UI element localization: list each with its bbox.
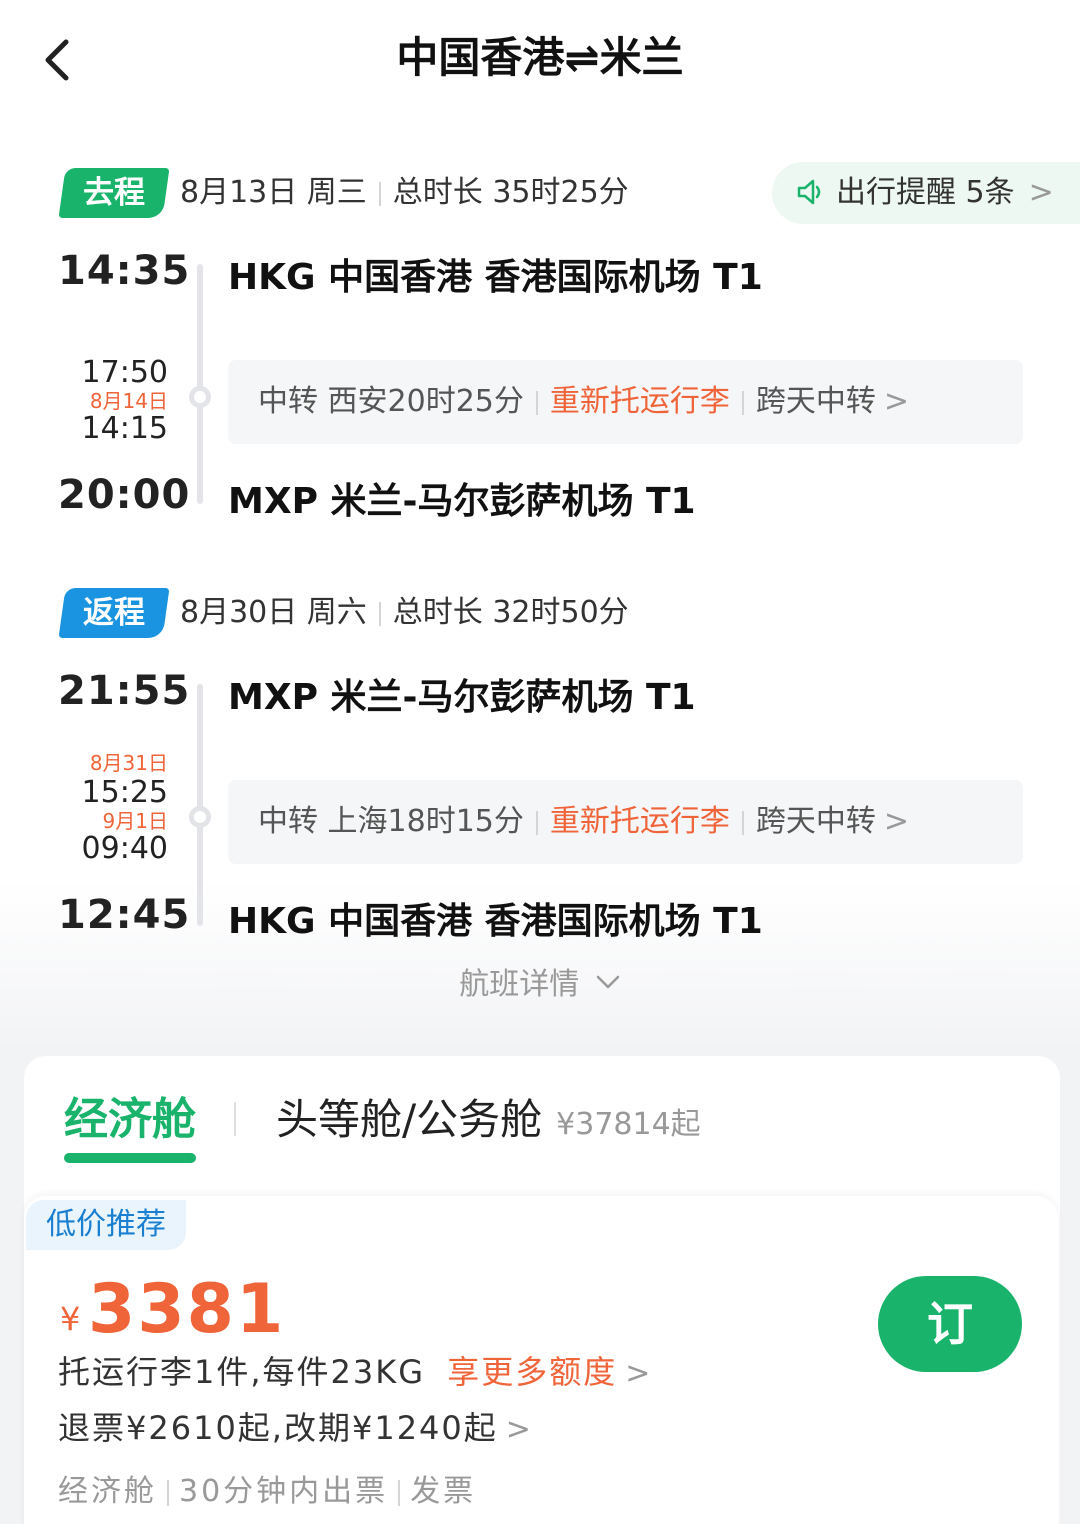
fare-price: 3381 bbox=[88, 1270, 286, 1349]
currency-symbol: ¥ bbox=[60, 1300, 81, 1338]
divider bbox=[378, 601, 381, 626]
active-tab-indicator bbox=[64, 1153, 196, 1163]
baggage-more-link[interactable]: 享更多额度 bbox=[447, 1353, 617, 1391]
fare-footer: 经济舱 30分钟内出票 发票 bbox=[58, 1470, 476, 1514]
chevron-right-icon: > bbox=[1028, 175, 1054, 210]
travel-reminder-button[interactable]: 出行提醒 5条 > bbox=[772, 162, 1080, 224]
chevron-down-icon bbox=[596, 975, 620, 989]
recheck-baggage: 重新托运行李 bbox=[549, 804, 730, 839]
divider bbox=[741, 810, 744, 835]
outbound-depart-airport: HKG 中国香港 香港国际机场 T1 bbox=[228, 257, 763, 298]
chevron-right-icon: > bbox=[883, 384, 910, 419]
return-transfer-depart-time: 09:40 bbox=[81, 831, 168, 866]
return-arrive-time: 12:45 bbox=[58, 892, 191, 938]
divider bbox=[398, 1479, 401, 1506]
timeline-stop-dot bbox=[189, 806, 211, 828]
return-duration: 总时长 32时50分 bbox=[392, 595, 629, 630]
overnight-transfer: 跨天中转 bbox=[755, 804, 876, 839]
divider bbox=[741, 390, 744, 415]
outbound-arrive-airport: MXP 米兰-马尔彭萨机场 T1 bbox=[228, 481, 696, 522]
return-depart-airport: MXP 米兰-马尔彭萨机场 T1 bbox=[228, 677, 696, 718]
low-price-badge: 低价推荐 bbox=[26, 1200, 186, 1250]
divider bbox=[535, 810, 538, 835]
return-date: 8月30日 周六 bbox=[180, 595, 367, 630]
outbound-arrive-time: 20:00 bbox=[58, 472, 191, 518]
baggage-info[interactable]: 托运行李1件,每件23KG 享更多额度 > bbox=[58, 1350, 652, 1396]
speaker-icon bbox=[797, 179, 821, 205]
outbound-tag: 去程 bbox=[58, 168, 170, 218]
divider bbox=[167, 1479, 169, 1506]
outbound-date: 8月13日 周三 bbox=[180, 175, 367, 210]
outbound-transfer-next-date: 8月14日 bbox=[89, 389, 168, 413]
return-info: 8月30日 周六 总时长 32时50分 bbox=[180, 588, 629, 638]
reminder-label: 出行提醒 5条 bbox=[836, 175, 1015, 210]
footer-ticketing: 30分钟内出票 bbox=[179, 1474, 389, 1509]
flight-details-label: 航班详情 bbox=[459, 967, 580, 1002]
return-transfer-box: 中转 上海18时15分 重新托运行李 跨天中转 > bbox=[228, 780, 1023, 864]
timeline-line bbox=[197, 264, 203, 504]
first-business-price: ¥37814起 bbox=[556, 1107, 701, 1142]
book-button[interactable]: 订 bbox=[878, 1276, 1022, 1372]
outbound-transfer-arrive-time: 17:50 bbox=[81, 355, 168, 390]
return-transfer-arrive-date: 8月31日 bbox=[89, 751, 168, 775]
tab-divider bbox=[234, 1102, 236, 1136]
overnight-transfer: 跨天中转 bbox=[755, 384, 876, 419]
tab-economy[interactable]: 经济舱 bbox=[64, 1092, 196, 1148]
return-tag: 返程 bbox=[58, 588, 170, 638]
outbound-transfer-box: 中转 西安20时25分 重新托运行李 跨天中转 > bbox=[228, 360, 1023, 444]
baggage-text: 托运行李1件,每件23KG bbox=[58, 1353, 426, 1391]
tab-first-business-label: 头等舱/公务舱 bbox=[276, 1095, 543, 1144]
chevron-right-icon: > bbox=[505, 1412, 533, 1447]
outbound-info: 8月13日 周三 总时长 35时25分 bbox=[180, 168, 629, 218]
refund-text: 退票¥2610起,改期¥1240起 bbox=[58, 1409, 498, 1447]
return-arrive-airport: HKG 中国香港 香港国际机场 T1 bbox=[228, 901, 763, 942]
return-transfer-next-date: 9月1日 bbox=[102, 809, 168, 833]
recheck-baggage: 重新托运行李 bbox=[549, 384, 730, 419]
outbound-depart-time: 14:35 bbox=[58, 248, 191, 294]
return-transfer-arrive-time: 15:25 bbox=[81, 775, 168, 810]
return-depart-time: 21:55 bbox=[58, 668, 191, 714]
transfer-city: 中转 上海18时15分 bbox=[258, 804, 524, 839]
transfer-city: 中转 西安20时25分 bbox=[258, 384, 524, 419]
footer-invoice: 发票 bbox=[410, 1474, 477, 1509]
divider bbox=[378, 181, 381, 206]
chevron-right-icon: > bbox=[883, 804, 910, 839]
refund-info[interactable]: 退票¥2610起,改期¥1240起 > bbox=[58, 1406, 533, 1452]
outbound-transfer-depart-time: 14:15 bbox=[81, 411, 168, 446]
flight-details-toggle[interactable]: 航班详情 bbox=[0, 962, 1080, 1008]
timeline-line bbox=[197, 684, 203, 926]
page-title: 中国香港⇌米兰 bbox=[396, 33, 684, 82]
timeline-stop-dot bbox=[189, 386, 211, 408]
footer-cabin: 经济舱 bbox=[58, 1474, 157, 1509]
chevron-right-icon: > bbox=[625, 1356, 653, 1391]
tab-first-business[interactable]: 头等舱/公务舱 ¥37814起 bbox=[276, 1092, 701, 1153]
divider bbox=[535, 390, 538, 415]
outbound-duration: 总时长 35时25分 bbox=[392, 175, 629, 210]
